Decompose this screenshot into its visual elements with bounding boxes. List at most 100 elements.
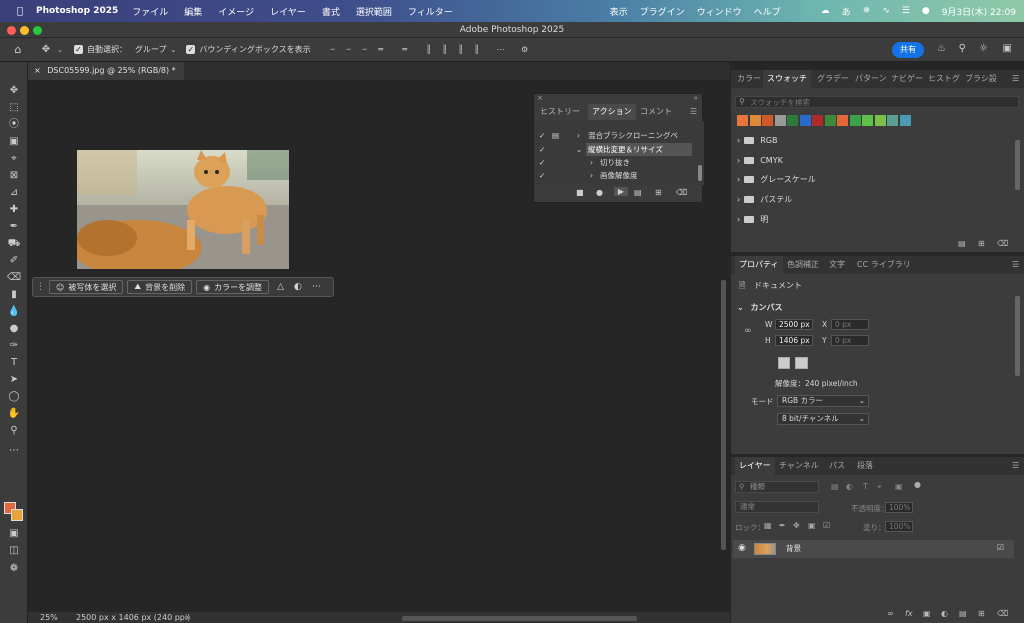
screen-mode-icon[interactable]: ◫ <box>4 544 24 558</box>
swatch-group-grayscale[interactable]: › グレースケール <box>737 173 816 187</box>
align-middle-v-icon[interactable]: ║ <box>437 45 453 54</box>
check-icon[interactable]: ✓ <box>539 156 545 169</box>
align-top-icon[interactable]: ═ <box>373 45 389 54</box>
align-bottom-icon[interactable]: ║ <box>421 45 437 54</box>
actions-scrollbar[interactable] <box>698 165 702 181</box>
swatch-chip[interactable] <box>899 115 911 126</box>
new-group-folder-icon[interactable]: ▤ <box>958 239 966 248</box>
auto-select-dropdown[interactable]: グループ ⌄ <box>135 44 176 55</box>
swatch-group-light[interactable]: › 明 <box>737 213 768 227</box>
swatch-group-rgb[interactable]: › RGB <box>737 134 777 148</box>
y-field[interactable]: 0 px <box>831 335 869 346</box>
tab-histogram[interactable]: ヒストグ <box>928 70 960 88</box>
select-subject-button[interactable]: ☺ 被写体を選択 <box>49 280 124 294</box>
workspace-layout-icon[interactable]: ▣ <box>1003 43 1012 54</box>
tab-adjustments[interactable]: 色調補正 <box>787 256 819 274</box>
dodge-tool-icon[interactable]: ● <box>4 322 24 336</box>
clone-stamp-tool-icon[interactable]: ⛟ <box>4 237 24 251</box>
tab-paragraph[interactable]: 段落 <box>857 457 873 475</box>
control-center-icon[interactable]: ☰ <box>902 6 910 16</box>
filter-toggle-icon[interactable]: ● <box>914 480 921 489</box>
frame-tool-icon[interactable]: ⊠ <box>4 169 24 183</box>
drag-handle-icon[interactable]: ⋮ <box>36 282 45 292</box>
menu-app-name[interactable]: Photoshop 2025 <box>36 6 118 16</box>
move-tool-icon[interactable]: ✥ <box>4 84 24 98</box>
tab-character[interactable]: 文字 <box>829 256 845 274</box>
filter-smart-object-icon[interactable]: ▣ <box>895 482 903 491</box>
swatches-scrollbar[interactable] <box>1015 140 1020 190</box>
tab-layers[interactable]: レイヤー <box>735 457 775 475</box>
distribute-h-icon[interactable]: ║ <box>469 45 485 54</box>
layer-lock-icon[interactable]: ☑ <box>997 543 1004 552</box>
menu-layer[interactable]: レイヤー <box>270 5 306 18</box>
dialog-toggle-icon[interactable]: ▤ <box>552 129 559 142</box>
type-tool-icon[interactable]: T <box>4 356 24 370</box>
zoom-tool-icon[interactable]: ⚲ <box>4 424 24 438</box>
layer-style-fx-icon[interactable]: fx <box>905 609 913 618</box>
eyedropper-tool-icon[interactable]: ⊿ <box>4 186 24 200</box>
swatch-chip[interactable] <box>824 115 836 126</box>
tab-navigator[interactable]: ナビゲー <box>891 70 923 88</box>
tab-brush-settings[interactable]: ブラシ設 <box>965 70 997 88</box>
lock-transparency-icon[interactable]: ▦ <box>764 521 772 530</box>
tab-swatches[interactable]: スウォッチ <box>763 70 811 88</box>
chevron-down-icon[interactable]: ⌄ <box>56 46 64 54</box>
filter-type-icon[interactable]: T <box>863 482 868 491</box>
tab-properties[interactable]: プロパティ <box>735 256 783 274</box>
properties-scrollbar[interactable] <box>1015 296 1020 376</box>
home-icon[interactable]: ⌂ <box>8 43 28 56</box>
ime-indicator[interactable]: あ <box>842 5 851 18</box>
lock-all-icon[interactable]: ☑ <box>823 521 830 530</box>
menu-plugins[interactable]: プラグイン <box>640 5 685 18</box>
check-icon[interactable]: ✓ <box>539 169 545 182</box>
chevron-right-icon[interactable]: › <box>186 612 189 623</box>
eraser-tool-icon[interactable]: ⌫ <box>4 271 24 285</box>
color-mode-dropdown[interactable]: RGB カラー ⌄ <box>777 395 869 407</box>
settings-gear-icon[interactable]: ⚙ <box>517 45 533 54</box>
menu-edit[interactable]: 編集 <box>184 5 202 18</box>
filter-shape-icon[interactable]: ⌖ <box>877 482 882 492</box>
lock-pixels-icon[interactable]: ✒ <box>779 521 786 530</box>
chevron-down-icon[interactable]: ⌄ <box>576 143 582 156</box>
action-row-selected[interactable]: ✓ ⌄ 縦横比変更＆リサイズ <box>534 143 692 156</box>
wifi-icon[interactable]: ∿ <box>882 6 890 16</box>
align-center-h-icon[interactable]: ┄ <box>341 45 357 54</box>
new-adjustment-layer-icon[interactable]: ◐ <box>941 609 948 618</box>
search-icon[interactable]: ⚲ <box>959 43 966 54</box>
chevron-right-icon[interactable]: › <box>577 129 580 142</box>
brush-tool-icon[interactable]: ✒ <box>4 220 24 234</box>
generative-icon[interactable]: ❁ <box>4 562 24 576</box>
delete-trash-icon[interactable]: ⌫ <box>997 609 1008 618</box>
swatch-chip[interactable] <box>812 115 823 126</box>
panel-menu-icon[interactable]: ☰ <box>1012 70 1019 88</box>
layer-row-background[interactable]: ◉ 背景 ☑ <box>733 540 1014 558</box>
close-panel-icon[interactable]: × <box>537 94 543 102</box>
menu-clock[interactable]: 9月3日(木) 22:09 <box>942 5 1016 18</box>
half-circle-adjust-icon[interactable]: ◐ <box>294 282 302 292</box>
distribute-icon[interactable]: ═ <box>397 45 413 54</box>
filter-pixel-icon[interactable]: ▤ <box>831 482 839 491</box>
swatch-chip[interactable] <box>849 115 861 126</box>
stop-icon[interactable]: ■ <box>576 188 584 197</box>
swatch-chip[interactable] <box>837 115 848 126</box>
menu-filter[interactable]: フィルター <box>408 5 453 18</box>
tab-gradients[interactable]: グラデー <box>817 70 849 88</box>
marquee-tool-icon[interactable]: ⬚ <box>4 101 24 115</box>
bbox-checkbox[interactable]: ✓ <box>186 45 196 54</box>
portrait-orientation-icon[interactable] <box>778 357 790 369</box>
pen-tool-icon[interactable]: ✑ <box>4 339 24 353</box>
opacity-field[interactable]: 100% <box>885 502 913 513</box>
align-vertical-icon[interactable]: ║ <box>453 45 469 54</box>
tab-color[interactable]: カラー <box>737 70 761 88</box>
action-step-row[interactable]: ✓ › 画像解像度 <box>534 169 692 182</box>
menu-select[interactable]: 選択範囲 <box>356 5 392 18</box>
link-chain-icon[interactable]: ∞ <box>744 326 752 336</box>
canvas-horizontal-scrollbar[interactable] <box>402 616 637 621</box>
swatch-chip[interactable] <box>737 115 748 126</box>
delete-trash-icon[interactable]: ⌫ <box>676 188 687 197</box>
new-group-folder-icon[interactable]: ▤ <box>959 609 967 618</box>
new-layer-icon[interactable]: ⊞ <box>978 609 985 618</box>
document-info[interactable]: 2500 px x 1406 px (240 ppi) <box>76 612 190 623</box>
menu-window[interactable]: ウィンドウ <box>697 5 742 18</box>
swatch-chip[interactable] <box>887 115 898 126</box>
